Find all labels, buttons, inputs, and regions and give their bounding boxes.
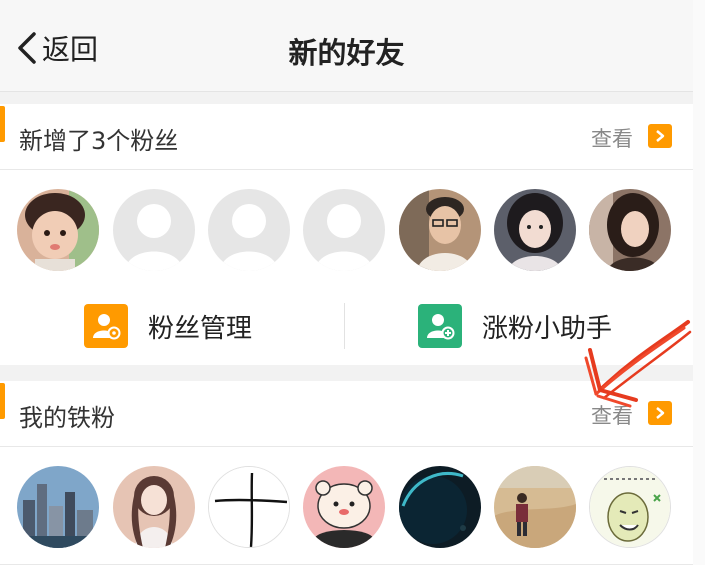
chevron-right-icon[interactable]	[648, 401, 672, 425]
navigation-bar: 返回 新的好友	[0, 0, 693, 92]
new-fans-header[interactable]: 新增了3个粉丝 查看	[0, 104, 693, 170]
section-gap	[0, 93, 693, 104]
user-settings-icon	[84, 304, 128, 348]
new-fans-title: 新增了3个粉丝	[19, 127, 179, 155]
actions-divider	[344, 303, 345, 349]
avatar-woman-2[interactable]	[589, 189, 671, 271]
section-accent-bar	[0, 383, 5, 419]
avatar-city[interactable]	[17, 466, 99, 548]
avatar-woman-1[interactable]	[494, 189, 576, 271]
page-title: 新的好友	[288, 36, 405, 70]
screen-edge	[693, 0, 705, 565]
fan-actions-bar: 粉丝管理 涨粉小助手	[0, 287, 693, 365]
avatar-cartoon-bear[interactable]	[303, 466, 385, 548]
iron-fans-header[interactable]: 我的铁粉 查看	[0, 381, 693, 447]
fan-growth-helper-button[interactable]: 涨粉小助手	[418, 287, 612, 365]
avatar-default[interactable]	[303, 189, 385, 271]
avatar-meme-face[interactable]	[589, 466, 671, 548]
avatar-anime-girl[interactable]	[113, 466, 195, 548]
avatar-child[interactable]	[17, 189, 99, 271]
section-accent-bar	[0, 106, 5, 142]
section-gap	[0, 365, 693, 381]
avatar-default[interactable]	[208, 189, 290, 271]
avatar-planet[interactable]	[399, 466, 481, 548]
iron-fans-avatar-row	[0, 447, 693, 565]
fan-growth-helper-label: 涨粉小助手	[482, 313, 613, 344]
avatar-man-field[interactable]	[494, 466, 576, 548]
new-fans-avatar-row	[0, 170, 693, 288]
user-add-icon	[418, 304, 462, 348]
avatar-man-glasses[interactable]	[399, 189, 481, 271]
fan-management-label: 粉丝管理	[148, 313, 253, 344]
iron-fans-title: 我的铁粉	[19, 404, 115, 432]
avatar-sketch-cross[interactable]	[208, 466, 290, 548]
fan-management-button[interactable]: 粉丝管理	[84, 287, 252, 365]
chevron-right-icon[interactable]	[648, 124, 672, 148]
new-fans-view-link[interactable]: 查看	[591, 123, 633, 153]
iron-fans-view-link[interactable]: 查看	[591, 400, 633, 430]
avatar-default[interactable]	[113, 189, 195, 271]
